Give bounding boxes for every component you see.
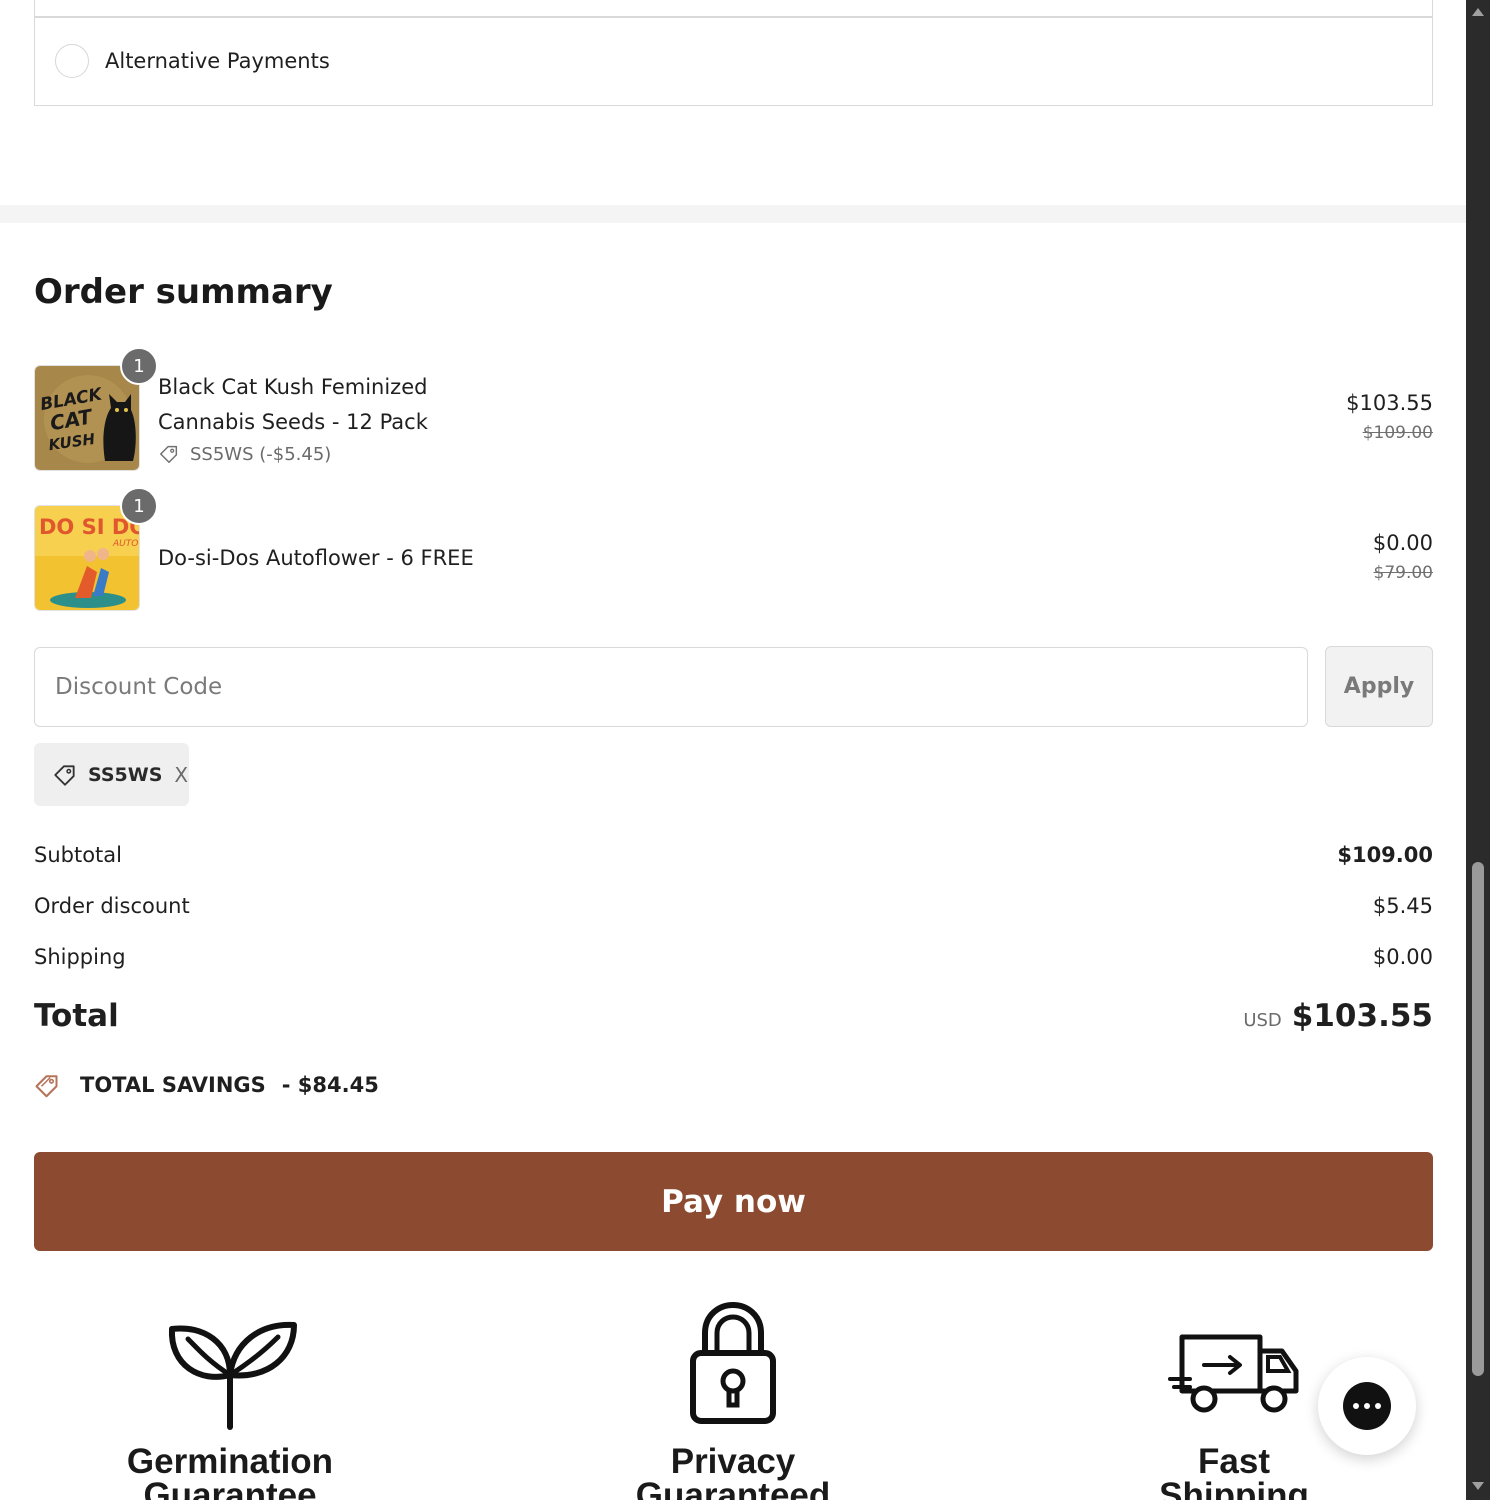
feature-title-line: Fast — [1198, 1442, 1270, 1481]
total-value: USD $103.55 — [1243, 998, 1433, 1034]
page-scrollbar[interactable] — [1466, 0, 1490, 1500]
order-summary-title: Order summary — [34, 272, 333, 312]
quantity-badge: 1 — [120, 487, 158, 525]
subtotal-value: $109.00 — [1337, 843, 1433, 867]
product-name-line: Cannabis Seeds - 12 Pack — [158, 410, 428, 434]
subtotal-row: Subtotal $109.00 — [34, 843, 1433, 867]
product-image-black-cat-kush: BLACK CAT KUSH — [34, 365, 140, 471]
payment-radio[interactable] — [55, 44, 89, 78]
product-name: Do-si-Dos Autoflower - 6 FREE — [158, 546, 474, 570]
item-price-current: $0.00 — [1372, 531, 1433, 555]
item-price-current: $103.55 — [1346, 391, 1433, 415]
shipping-value: $0.00 — [1372, 945, 1433, 969]
truck-icon — [1168, 1334, 1299, 1413]
total-savings: TOTAL SAVINGS - $84.45 — [34, 1070, 379, 1100]
item-discount-label: SS5WS (-$5.45) — [190, 443, 332, 465]
feature-title-line: Shipping — [1159, 1476, 1309, 1500]
shipping-label: Shipping — [34, 945, 126, 969]
product-image-do-si-dos: DO SI DOS AUTO — [34, 505, 140, 611]
item-discount: SS5WS (-$5.45) — [158, 443, 331, 465]
discount-code-input[interactable] — [34, 647, 1308, 727]
total-amount: $103.55 — [1291, 998, 1433, 1034]
tag-icon — [54, 764, 75, 786]
savings-value: - $84.45 — [281, 1073, 379, 1097]
chat-widget-button[interactable] — [1318, 1357, 1416, 1455]
savings-tag-icon — [35, 1075, 58, 1098]
order-discount-label: Order discount — [34, 894, 190, 918]
line-item: BLACK CAT KUSH 1 Black Cat Kush Feminize… — [34, 347, 1433, 471]
total-row: Total USD $103.55 — [34, 998, 1433, 1034]
feature-title-line: Guarantee — [143, 1476, 317, 1500]
feature-title: Germination Guarantee — [80, 1442, 380, 1500]
feature-title-line: Privacy — [670, 1442, 796, 1481]
shipping-row: Shipping $0.00 — [34, 945, 1433, 969]
item-price: $103.55 $109.00 — [1346, 391, 1433, 443]
sprout-icon — [168, 1321, 297, 1430]
applied-code-label: SS5WS — [88, 763, 163, 786]
pay-now-button[interactable]: Pay now — [34, 1152, 1433, 1251]
scroll-up-arrow-icon[interactable] — [1472, 8, 1484, 16]
feature-privacy: Privacy Guaranteed — [583, 1295, 883, 1500]
scroll-down-arrow-icon[interactable] — [1472, 1482, 1484, 1490]
line-item: DO SI DOS AUTO 1 Do-si-Dos Autoflower - … — [34, 487, 1433, 611]
order-discount-value: $5.45 — [1372, 894, 1433, 918]
feature-title: Privacy Guaranteed — [583, 1442, 883, 1500]
apply-discount-button[interactable]: Apply — [1325, 646, 1433, 727]
product-thumbnail: DO SI DOS AUTO 1 — [34, 487, 158, 611]
tag-icon — [160, 445, 178, 463]
item-price-original: $109.00 — [1362, 423, 1433, 443]
applied-discount-chip: SS5WS X — [34, 743, 189, 806]
remove-discount-button[interactable]: X — [174, 763, 188, 787]
payment-option-label: Alternative Payments — [105, 49, 330, 73]
product-name: Black Cat Kush Feminized Cannabis Seeds … — [158, 370, 428, 440]
item-price-original: $79.00 — [1373, 563, 1433, 583]
feature-germination: Germination Guarantee — [80, 1295, 380, 1500]
item-price: $0.00 $79.00 — [1373, 531, 1433, 583]
subtotal-label: Subtotal — [34, 843, 122, 867]
feature-title-line: Guaranteed — [635, 1476, 831, 1500]
total-label: Total — [34, 998, 119, 1034]
lock-icon — [690, 1301, 776, 1424]
checkout-page: Alternative Payments Order summary BLACK… — [0, 0, 1466, 1500]
savings-label: TOTAL SAVINGS — [80, 1073, 266, 1097]
feature-title: Fast Shipping — [1084, 1442, 1384, 1500]
image-text: AUTO — [112, 539, 138, 549]
product-name-line: Black Cat Kush Feminized — [158, 375, 428, 399]
payment-option-alternative[interactable]: Alternative Payments — [34, 16, 1433, 106]
currency-code: USD — [1243, 1010, 1282, 1031]
product-thumbnail: BLACK CAT KUSH 1 — [34, 347, 158, 471]
order-discount-row: Order discount $5.45 — [34, 894, 1433, 918]
chat-bubble-icon — [1343, 1382, 1391, 1430]
feature-title-line: Germination — [126, 1442, 334, 1481]
quantity-badge: 1 — [120, 347, 158, 385]
scrollbar-thumb[interactable] — [1472, 862, 1484, 1376]
section-divider — [0, 205, 1466, 223]
